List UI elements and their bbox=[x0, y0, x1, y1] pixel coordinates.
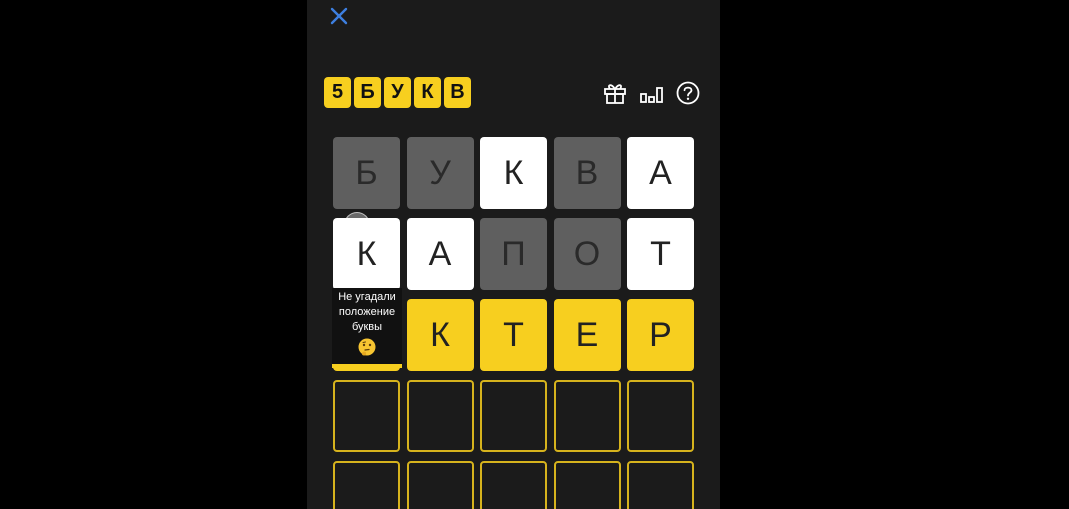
app-logo: 5 Б У К В bbox=[324, 77, 471, 108]
board-tile-empty bbox=[480, 461, 547, 509]
board-tile-empty bbox=[627, 380, 694, 452]
close-icon bbox=[330, 7, 348, 25]
gift-icon bbox=[604, 84, 626, 104]
tooltip-line: Не угадали bbox=[338, 291, 396, 303]
board-tile: Т bbox=[627, 218, 694, 290]
board-tile: Е bbox=[553, 299, 621, 371]
board-tile: К bbox=[406, 299, 474, 371]
logo-letter: В bbox=[444, 77, 471, 108]
logo-letter: К bbox=[414, 77, 441, 108]
board-tile-empty bbox=[553, 380, 621, 452]
board-tile: А bbox=[627, 137, 694, 209]
board-tile: В bbox=[553, 137, 621, 209]
stats-button[interactable] bbox=[639, 81, 665, 107]
board-tile-empty bbox=[553, 461, 621, 509]
logo-letter: У bbox=[384, 77, 411, 108]
touch-indicator bbox=[344, 212, 370, 238]
logo-letter: Б bbox=[354, 77, 381, 108]
board-tile: У bbox=[406, 137, 474, 209]
tooltip-line: буквы bbox=[351, 321, 383, 333]
board-tile: К bbox=[480, 137, 547, 209]
gift-button[interactable] bbox=[602, 80, 628, 106]
thinking-face-icon bbox=[358, 338, 376, 356]
board-tile-empty bbox=[333, 380, 400, 452]
game-screen: 5 Б У К В Б У К В А К А П О Т К Т Е Р Не… bbox=[307, 0, 720, 509]
board-tile-empty bbox=[333, 461, 400, 509]
board-tile-empty bbox=[627, 461, 694, 509]
close-button[interactable] bbox=[327, 4, 351, 28]
board-tile: Р bbox=[627, 299, 694, 371]
tooltip-line: положение bbox=[338, 306, 396, 318]
stats-icon bbox=[640, 87, 663, 103]
hint-tooltip: Не угадали положение буквы bbox=[332, 288, 402, 368]
board-tile: П bbox=[480, 218, 547, 290]
board-tile: А bbox=[406, 218, 474, 290]
board-tile: Б bbox=[333, 137, 400, 209]
board-tile-empty bbox=[480, 380, 547, 452]
help-icon bbox=[676, 81, 700, 105]
help-button[interactable] bbox=[675, 80, 701, 106]
board-tile-empty bbox=[406, 380, 474, 452]
board-tile: Т bbox=[480, 299, 547, 371]
logo-letter: 5 bbox=[324, 77, 351, 108]
board-tile: О bbox=[553, 218, 621, 290]
board-tile-empty bbox=[406, 461, 474, 509]
